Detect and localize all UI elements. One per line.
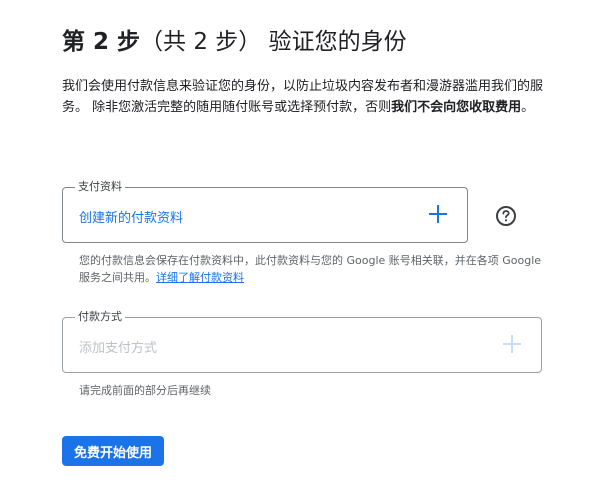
payment-method-field[interactable]: 付款方式 添加支付方式 — [62, 310, 542, 373]
payment-method-label: 付款方式 — [75, 310, 125, 324]
payments-profile-value: 创建新的付款资料 — [79, 211, 184, 226]
step-total: （共 2 步） — [140, 29, 262, 55]
step-number: 第 2 步 — [62, 29, 141, 55]
start-free-button[interactable]: 免费开始使用 — [62, 436, 165, 466]
step-name: 验证您的身份 — [268, 29, 407, 55]
payments-profile-hint-text: 您的付款信息会保存在付款资料中，此付款资料与您的 Google 账号相关联，并在… — [79, 254, 542, 284]
help-circle-icon[interactable] — [495, 205, 517, 227]
plus-icon[interactable] — [427, 203, 449, 225]
plus-icon[interactable] — [501, 333, 523, 355]
description-end: 。 — [521, 100, 535, 115]
payments-profile-hint: 您的付款信息会保存在付款资料中，此付款资料与您的 Google 账号相关联，并在… — [79, 252, 549, 286]
description-no-charge: 我们不会向您收取费用 — [391, 100, 522, 115]
payments-profile-select[interactable]: 支付资料 创建新的付款资料 — [62, 180, 468, 243]
page-title: 第 2 步（共 2 步） 验证您的身份 — [62, 22, 407, 56]
verification-description: 我们会使用付款信息来验证您的身份，以防止垃圾内容发布者和漫游器滥用我们的服务。 … — [62, 76, 552, 118]
payment-method-hint: 请完成前面的部分后再继续 — [79, 384, 211, 397]
payments-profile-label: 支付资料 — [75, 180, 125, 194]
payment-method-placeholder: 添加支付方式 — [79, 341, 158, 356]
learn-more-link[interactable]: 详细了解付款资料 — [156, 271, 244, 284]
